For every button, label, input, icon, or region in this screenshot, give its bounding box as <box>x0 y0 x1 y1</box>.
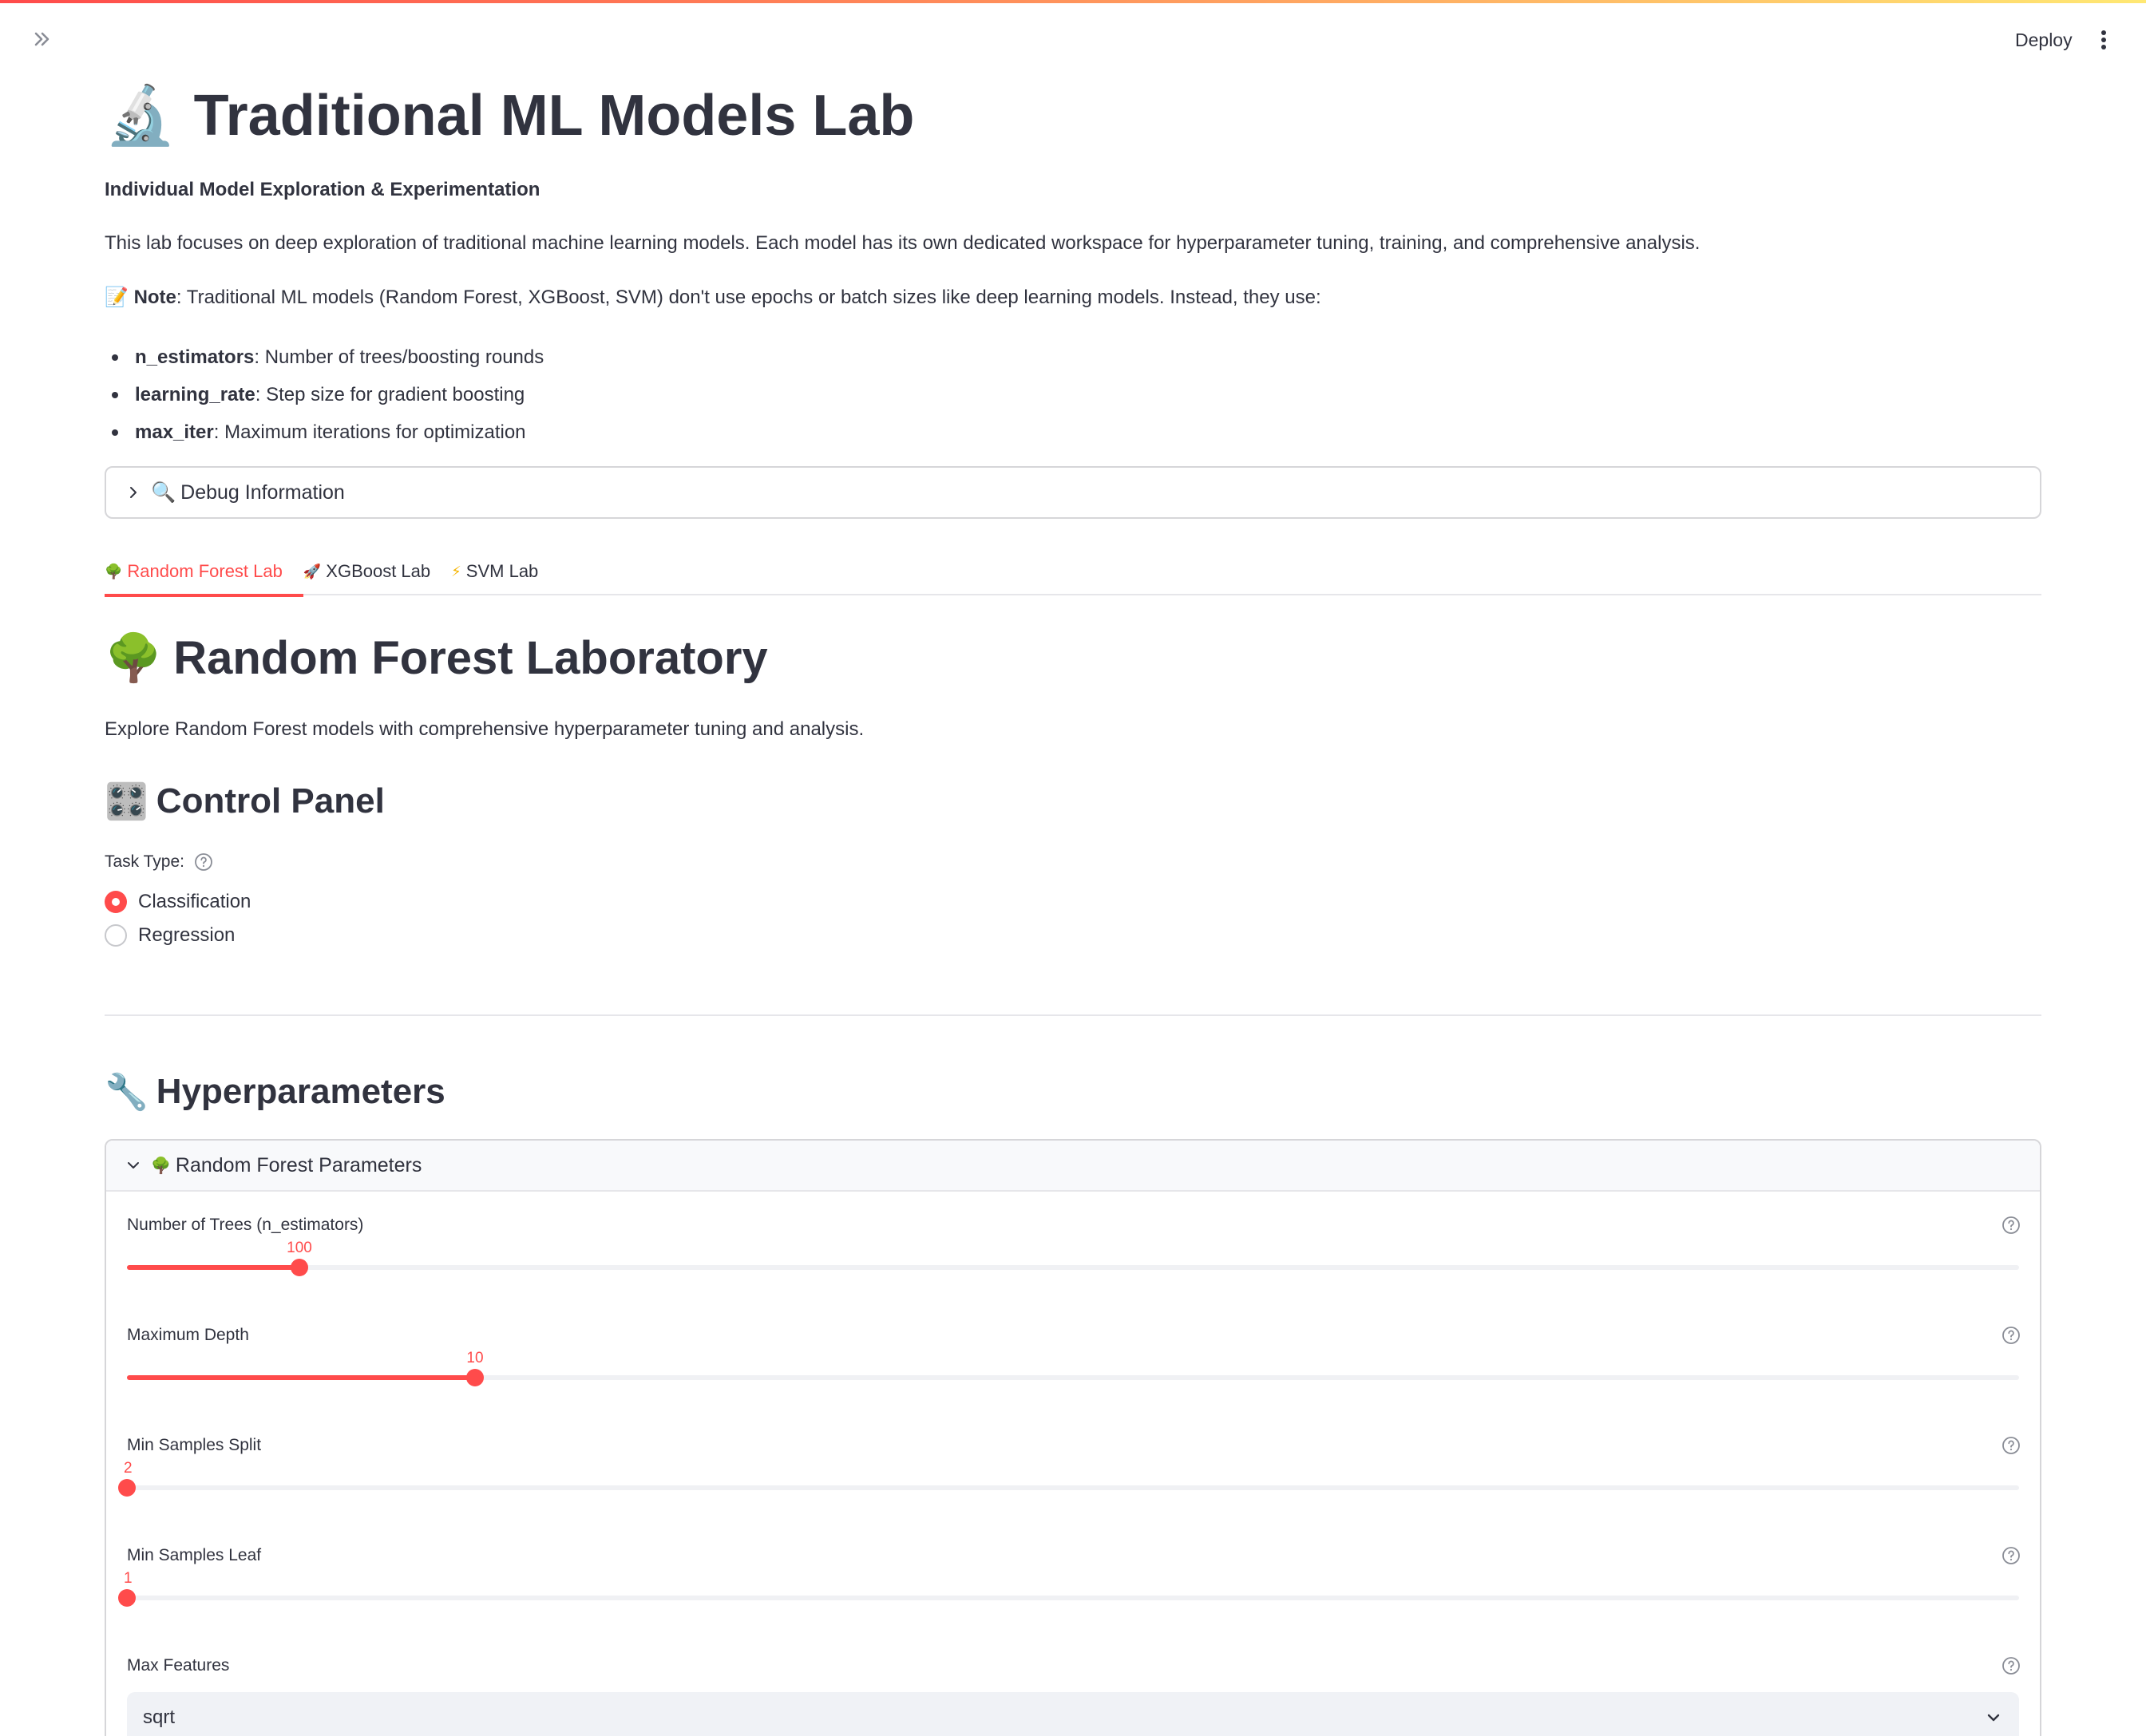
bullet-desc: : Step size for gradient boosting <box>255 383 525 405</box>
note-label: Note <box>133 287 176 308</box>
slider-fill <box>127 1265 299 1270</box>
microscope-icon: 🔬 <box>105 81 176 148</box>
slider-fill <box>127 1375 475 1380</box>
bullet-desc: : Maximum iterations for optimization <box>213 421 526 443</box>
random-forest-heading: 🌳 Random Forest Laboratory <box>105 631 768 686</box>
chevron-down-icon <box>1987 1714 2000 1722</box>
hyperparameters-heading-text: Hyperparameters <box>156 1072 445 1111</box>
slider-track[interactable] <box>118 1589 2019 1607</box>
radio-classification[interactable]: Classification <box>105 891 251 913</box>
max-features-field: Max Features <box>127 1656 2021 1688</box>
control-knobs-icon: 🎛️ <box>105 781 148 822</box>
tree-icon: 🌳 <box>105 563 123 580</box>
debug-information-expander[interactable]: 🔍 Debug Information <box>105 466 2041 519</box>
random-forest-heading-text: Random Forest Laboratory <box>173 632 768 684</box>
debug-expander-header[interactable]: 🔍 Debug Information <box>106 468 2040 517</box>
min-samples-split-slider[interactable]: Min Samples Split 2 <box>118 1436 2021 1532</box>
tab-random-forest-lab[interactable]: 🌳 Random Forest Lab <box>105 548 303 597</box>
help-icon[interactable] <box>2001 1656 2021 1675</box>
bullet-term: n_estimators <box>135 346 255 368</box>
bullet-desc: : Number of trees/boosting rounds <box>254 346 544 368</box>
tab-svm-lab[interactable]: ⚡ SVM Lab <box>451 548 559 595</box>
lightning-icon: ⚡ <box>451 563 461 580</box>
list-item: n_estimators: Number of trees/boosting r… <box>105 338 544 376</box>
hyperparameter-bullet-list: n_estimators: Number of trees/boosting r… <box>105 338 544 451</box>
slider-value: 1 <box>124 1570 133 1587</box>
slider-thumb[interactable] <box>118 1589 136 1607</box>
chevron-right-icon <box>130 487 137 498</box>
tab-label: SVM Lab <box>465 561 539 581</box>
slider-label: Maximum Depth <box>127 1326 249 1344</box>
slider-thumb[interactable] <box>118 1479 136 1497</box>
slider-thumb[interactable] <box>466 1369 484 1386</box>
help-icon[interactable] <box>194 852 213 872</box>
help-icon[interactable] <box>2001 1326 2021 1345</box>
help-icon[interactable] <box>2001 1216 2021 1235</box>
list-item: learning_rate: Step size for gradient bo… <box>105 376 544 413</box>
bullet-term: max_iter <box>135 421 214 443</box>
deploy-button[interactable]: Deploy <box>2002 24 2085 56</box>
lab-tabs: 🌳 Random Forest Lab 🚀 XGBoost Lab ⚡ SVM … <box>105 548 2041 597</box>
main-menu-button[interactable] <box>2092 24 2116 56</box>
radio-unselected-icon <box>105 924 127 947</box>
section-divider <box>105 1014 2041 1016</box>
help-icon[interactable] <box>2001 1436 2021 1455</box>
slider-label: Min Samples Leaf <box>127 1546 262 1564</box>
bullet-term: learning_rate <box>135 383 255 405</box>
task-type-label-row: Task Type: <box>105 852 213 872</box>
parameters-expander-label: Random Forest Parameters <box>175 1153 422 1176</box>
page-title-text: Traditional ML Models Lab <box>193 83 915 148</box>
slider-label: Min Samples Split <box>127 1436 262 1454</box>
radio-selected-icon <box>105 891 127 913</box>
slider-value: 2 <box>124 1460 133 1477</box>
radio-label: Classification <box>138 891 251 912</box>
slider-track[interactable] <box>127 1369 2019 1386</box>
sidebar-expand-button[interactable] <box>29 26 56 53</box>
list-item: max_iter: Maximum iterations for optimiz… <box>105 413 544 451</box>
debug-expander-label: Debug Information <box>180 480 345 504</box>
max-features-select[interactable]: sqrt <box>127 1692 2019 1736</box>
tab-label: Random Forest Lab <box>127 561 283 581</box>
slider-track[interactable] <box>118 1479 2019 1497</box>
control-panel-heading: 🎛️ Control Panel <box>105 781 385 822</box>
tab-label: XGBoost Lab <box>326 561 431 581</box>
hyperparameters-heading: 🔧 Hyperparameters <box>105 1071 445 1113</box>
page-title: 🔬 Traditional ML Models Lab <box>105 81 914 149</box>
tree-icon: 🌳 <box>105 631 163 685</box>
top-decoration-bar <box>0 0 2146 3</box>
max-features-label: Max Features <box>127 1656 230 1675</box>
slider-track[interactable] <box>127 1259 2019 1276</box>
tab-xgboost-lab[interactable]: 🚀 XGBoost Lab <box>303 548 451 595</box>
note-paragraph: 📝 Note: Traditional ML models (Random Fo… <box>105 286 1321 309</box>
chevron-down-icon <box>128 1162 139 1169</box>
task-type-label: Task Type: <box>105 852 184 871</box>
control-panel-heading-text: Control Panel <box>156 781 385 821</box>
min-samples-leaf-slider[interactable]: Min Samples Leaf 1 <box>118 1546 2021 1642</box>
max-depth-slider[interactable]: Maximum Depth 10 <box>127 1326 2021 1422</box>
double-chevron-right-icon <box>34 32 49 46</box>
random-forest-parameters-expander: 🌳 Random Forest Parameters Number of Tre… <box>105 1139 2041 1736</box>
radio-regression[interactable]: Regression <box>105 924 235 947</box>
help-icon[interactable] <box>2001 1546 2021 1565</box>
intro-paragraph: This lab focuses on deep exploration of … <box>105 232 1701 254</box>
slider-label: Number of Trees (n_estimators) <box>127 1216 364 1234</box>
parameters-expander-header[interactable]: 🌳 Random Forest Parameters <box>106 1141 2040 1192</box>
radio-label: Regression <box>138 924 236 946</box>
wrench-icon: 🔧 <box>105 1072 148 1113</box>
tree-icon: 🌳 <box>151 1156 171 1175</box>
n-estimators-slider[interactable]: Number of Trees (n_estimators) 100 <box>127 1216 2021 1311</box>
slider-value: 10 <box>466 1350 484 1366</box>
note-text: : Traditional ML models (Random Forest, … <box>176 287 1321 308</box>
page-subtitle: Individual Model Exploration & Experimen… <box>105 179 540 200</box>
rocket-icon: 🚀 <box>303 563 322 580</box>
memo-icon: 📝 <box>105 286 129 308</box>
vertical-dots-icon <box>2101 30 2106 49</box>
slider-thumb[interactable] <box>291 1259 308 1276</box>
magnifier-icon: 🔍 <box>151 480 176 504</box>
max-features-value: sqrt <box>143 1706 176 1728</box>
slider-value: 100 <box>287 1240 312 1256</box>
random-forest-description: Explore Random Forest models with compre… <box>105 718 865 740</box>
